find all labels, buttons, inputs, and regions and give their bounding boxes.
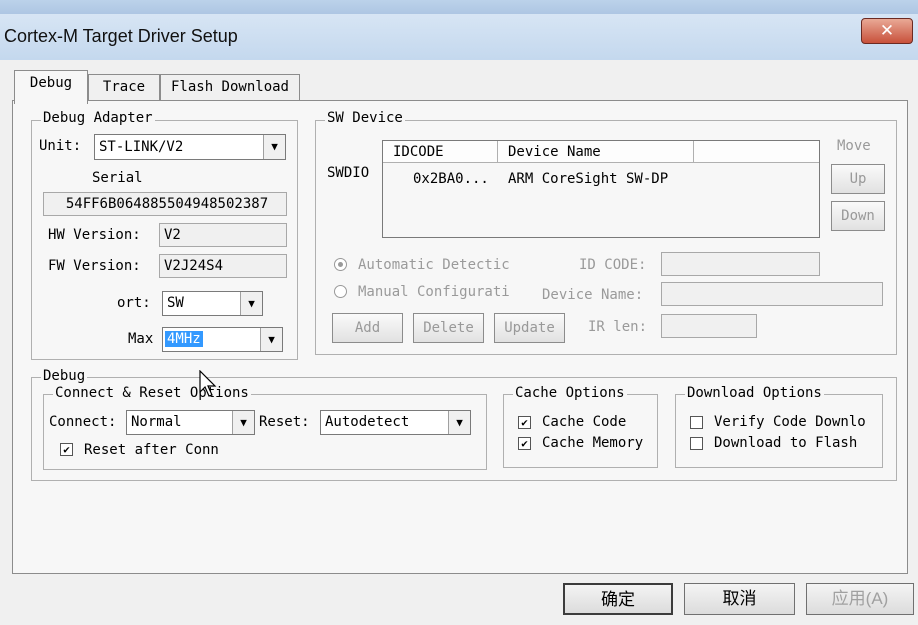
port-value: SW — [167, 295, 184, 311]
chevron-down-icon[interactable]: ▼ — [448, 411, 470, 434]
device-name-label: Device Name: — [542, 287, 644, 303]
debug-legend: Debug — [41, 368, 88, 384]
verify-code-checkbox[interactable] — [690, 416, 703, 429]
update-button[interactable]: Update — [494, 313, 565, 343]
ir-len-label: IR len: — [588, 319, 648, 335]
auto-detect-label: Automatic Detectic — [358, 257, 510, 273]
window-title: Cortex-M Target Driver Setup — [4, 26, 238, 46]
move-label: Move — [837, 138, 871, 154]
tab-debug[interactable]: Debug — [14, 70, 88, 104]
reset-after-conn-label: Reset after Conn — [84, 442, 219, 458]
unit-select[interactable]: ST-LINK/V2 ▼ — [94, 134, 286, 160]
move-down-button[interactable]: Down — [831, 201, 885, 231]
tab-debug-label: Debug — [29, 75, 73, 91]
cache-memory-label: Cache Memory — [542, 435, 644, 451]
download-options-legend: Download Options — [685, 385, 824, 401]
sw-device-legend: SW Device — [325, 110, 405, 126]
tab-flash-download-label: Flash Download — [170, 79, 289, 95]
cache-code-label: Cache Code — [542, 414, 627, 430]
cache-options-legend: Cache Options — [513, 385, 627, 401]
id-code-label: ID CODE: — [579, 257, 647, 273]
connect-reset-legend: Connect & Reset Options — [53, 385, 251, 401]
move-up-button[interactable]: Up — [831, 164, 885, 194]
row-device-name: ARM CoreSight SW-DP — [508, 171, 669, 187]
reset-value: Autodetect — [325, 414, 410, 430]
add-button[interactable]: Add — [332, 313, 403, 343]
reset-select[interactable]: Autodetect ▼ — [320, 410, 471, 435]
background-window-strip — [0, 0, 918, 14]
column-header-empty — [694, 141, 819, 163]
chevron-down-icon[interactable]: ▼ — [263, 135, 285, 159]
tab-trace[interactable]: Trace — [88, 74, 160, 102]
sw-device-table[interactable]: IDCODE Device Name 0x2BA0... ARM CoreSig… — [382, 140, 820, 238]
serial-label: Serial — [92, 170, 143, 186]
port-select[interactable]: SW ▼ — [162, 291, 263, 316]
port-label: ort: — [117, 295, 151, 311]
apply-button[interactable]: 应用(A) — [806, 583, 914, 615]
download-to-flash-checkbox[interactable] — [690, 437, 703, 450]
id-code-field[interactable] — [661, 252, 820, 276]
ir-len-field[interactable] — [661, 314, 757, 338]
auto-detect-radio[interactable] — [334, 258, 347, 271]
column-header-idcode[interactable]: IDCODE — [383, 141, 498, 163]
verify-code-label: Verify Code Downlo — [714, 414, 866, 430]
download-to-flash-label: Download to Flash — [714, 435, 858, 451]
chevron-down-icon[interactable]: ▼ — [232, 411, 254, 434]
reset-after-conn-checkbox[interactable]: ✔ — [60, 443, 73, 456]
download-options-group — [675, 394, 883, 468]
hw-version-label: HW Version: — [48, 227, 141, 243]
delete-button[interactable]: Delete — [413, 313, 484, 343]
cache-code-checkbox[interactable]: ✔ — [518, 416, 531, 429]
close-icon: ✕ — [879, 21, 895, 40]
max-clock-label: Max — [128, 331, 154, 347]
device-name-field[interactable] — [661, 282, 883, 306]
close-button[interactable]: ✕ — [861, 18, 913, 44]
debug-adapter-legend: Debug Adapter — [41, 110, 155, 126]
mouse-cursor-icon — [199, 370, 217, 397]
connect-value: Normal — [131, 414, 182, 430]
column-header-device-name[interactable]: Device Name — [498, 141, 694, 163]
cache-options-group — [503, 394, 658, 468]
ok-button[interactable]: 确定 — [563, 583, 673, 615]
connect-select[interactable]: Normal ▼ — [126, 410, 255, 435]
tab-flash-download[interactable]: Flash Download — [160, 74, 300, 102]
serial-field: 54FF6B064885504948502387 — [43, 192, 287, 216]
manual-config-label: Manual Configurati — [358, 284, 510, 300]
cache-memory-checkbox[interactable]: ✔ — [518, 437, 531, 450]
fw-version-field: V2J24S4 — [159, 254, 287, 278]
unit-value: ST-LINK/V2 — [99, 139, 184, 155]
cancel-button[interactable]: 取消 — [684, 583, 795, 615]
connect-label: Connect: — [49, 414, 117, 430]
tab-trace-label: Trace — [102, 79, 146, 95]
fw-version-label: FW Version: — [48, 258, 141, 274]
manual-config-radio[interactable] — [334, 285, 347, 298]
row-idcode: 0x2BA0... — [413, 171, 489, 187]
max-clock-value: 4MHz — [165, 331, 203, 347]
chevron-down-icon[interactable]: ▼ — [260, 328, 282, 351]
swdio-label: SWDIO — [327, 165, 370, 181]
hw-version-field: V2 — [159, 223, 287, 247]
max-clock-select[interactable]: 4MHz ▼ — [162, 327, 283, 352]
chevron-down-icon[interactable]: ▼ — [240, 292, 262, 315]
table-row[interactable]: 0x2BA0... ARM CoreSight SW-DP — [383, 169, 819, 191]
reset-label: Reset: — [259, 414, 310, 430]
unit-label: Unit: — [39, 138, 82, 154]
